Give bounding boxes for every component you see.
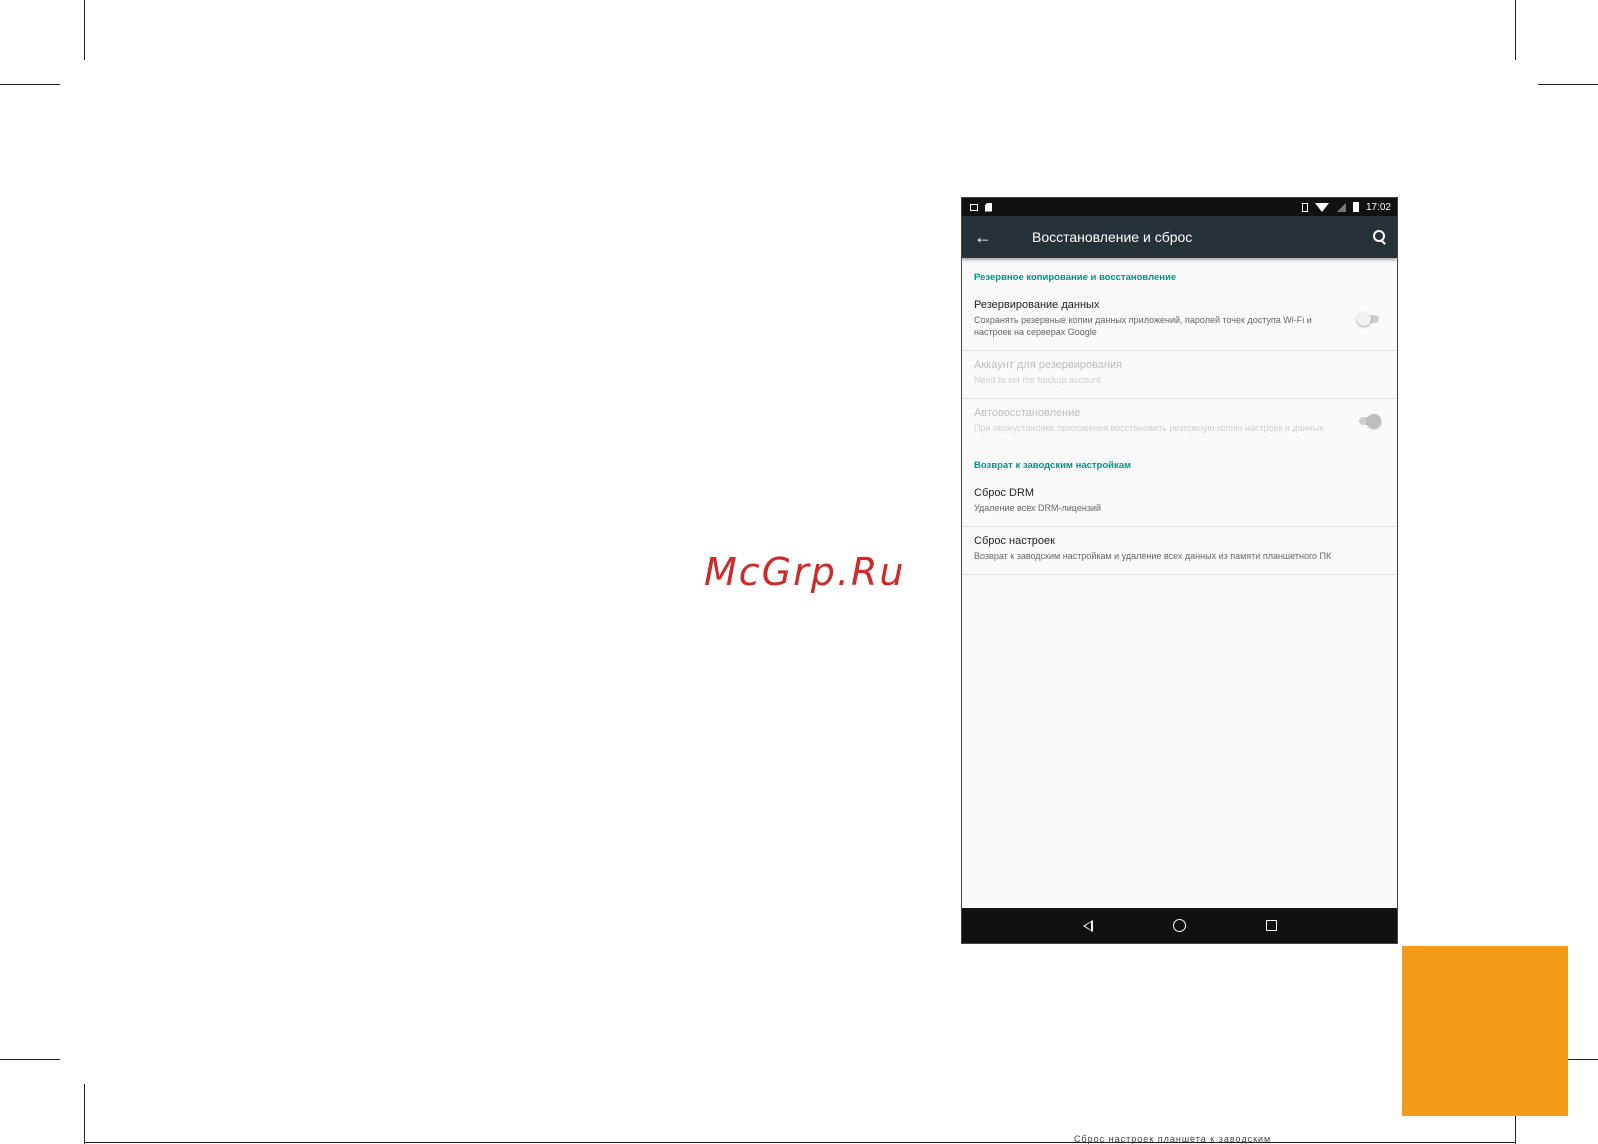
pref-title: Сброс DRM	[974, 487, 1035, 499]
navigation-bar	[962, 908, 1397, 943]
pref-summary: Удаление всех DRM-лицензий	[974, 503, 1102, 513]
page-footer-text: Сброс настроек планшета к заводским	[1074, 1134, 1272, 1144]
nav-recents-icon[interactable]	[1265, 920, 1277, 931]
wifi-icon	[1314, 202, 1329, 212]
pref-summary: Need to set the backup account	[974, 375, 1101, 385]
crop-mark	[84, 1084, 85, 1144]
tablet-screenshot: 17:02 ← Восстановление и сброс Резервное…	[961, 197, 1398, 944]
pref-auto-restore: Автовосстановление При переустановке при…	[962, 399, 1397, 446]
page-bottom-rule	[84, 1142, 1515, 1143]
page-title: Восстановление и сброс	[1032, 229, 1193, 245]
crop-mark	[1515, 0, 1516, 60]
crop-mark	[0, 1059, 60, 1060]
pref-title: Аккаунт для резервирования	[974, 359, 1123, 371]
status-time: 17:02	[1365, 201, 1391, 213]
status-bar: 17:02	[962, 198, 1397, 216]
watermark: McGrp.Ru	[704, 550, 906, 594]
pref-drm-reset[interactable]: Сброс DRM Удаление всех DRM-лицензий	[962, 479, 1397, 527]
auto-restore-switch	[1357, 413, 1381, 428]
pref-title: Автовосстановление	[974, 407, 1081, 419]
search-icon[interactable]	[1373, 230, 1387, 245]
section-header-backup: Резервное копирование и восстановление	[974, 272, 1177, 283]
vibrate-icon	[1301, 202, 1308, 212]
pref-factory-reset[interactable]: Сброс настроек Возврат к заводским настр…	[962, 527, 1397, 575]
crop-mark	[0, 84, 60, 85]
pref-backup-account: Аккаунт для резервирования Need to set t…	[962, 351, 1397, 399]
pref-summary: При переустановке приложения восстановит…	[974, 423, 1324, 433]
pref-title: Резервирование данных	[974, 299, 1100, 311]
backup-data-switch[interactable]	[1357, 311, 1381, 326]
app-bar: ← Восстановление и сброс	[962, 216, 1397, 258]
pref-summary: Сохранять резервные копии данных приложе…	[974, 315, 1312, 337]
crop-mark	[84, 0, 85, 60]
signal-icon	[1335, 202, 1346, 212]
pref-summary: Возврат к заводским настройкам и удалени…	[974, 551, 1332, 561]
nav-back-icon[interactable]	[1082, 919, 1093, 932]
settings-list: Резервное копирование и восстановление Р…	[962, 258, 1397, 575]
pref-title: Сброс настроек	[974, 535, 1055, 547]
sd-card-icon	[985, 202, 992, 212]
section-header-factory-reset: Возврат к заводским настройкам	[974, 460, 1132, 471]
page-tab-marker	[1402, 946, 1568, 1116]
battery-icon	[1352, 202, 1359, 212]
back-arrow-icon[interactable]: ←	[974, 227, 1008, 248]
image-notification-icon	[970, 203, 978, 211]
nav-home-icon[interactable]	[1172, 919, 1186, 932]
pref-backup-data[interactable]: Резервирование данных Сохранять резервны…	[962, 291, 1397, 351]
crop-mark	[1538, 84, 1598, 85]
